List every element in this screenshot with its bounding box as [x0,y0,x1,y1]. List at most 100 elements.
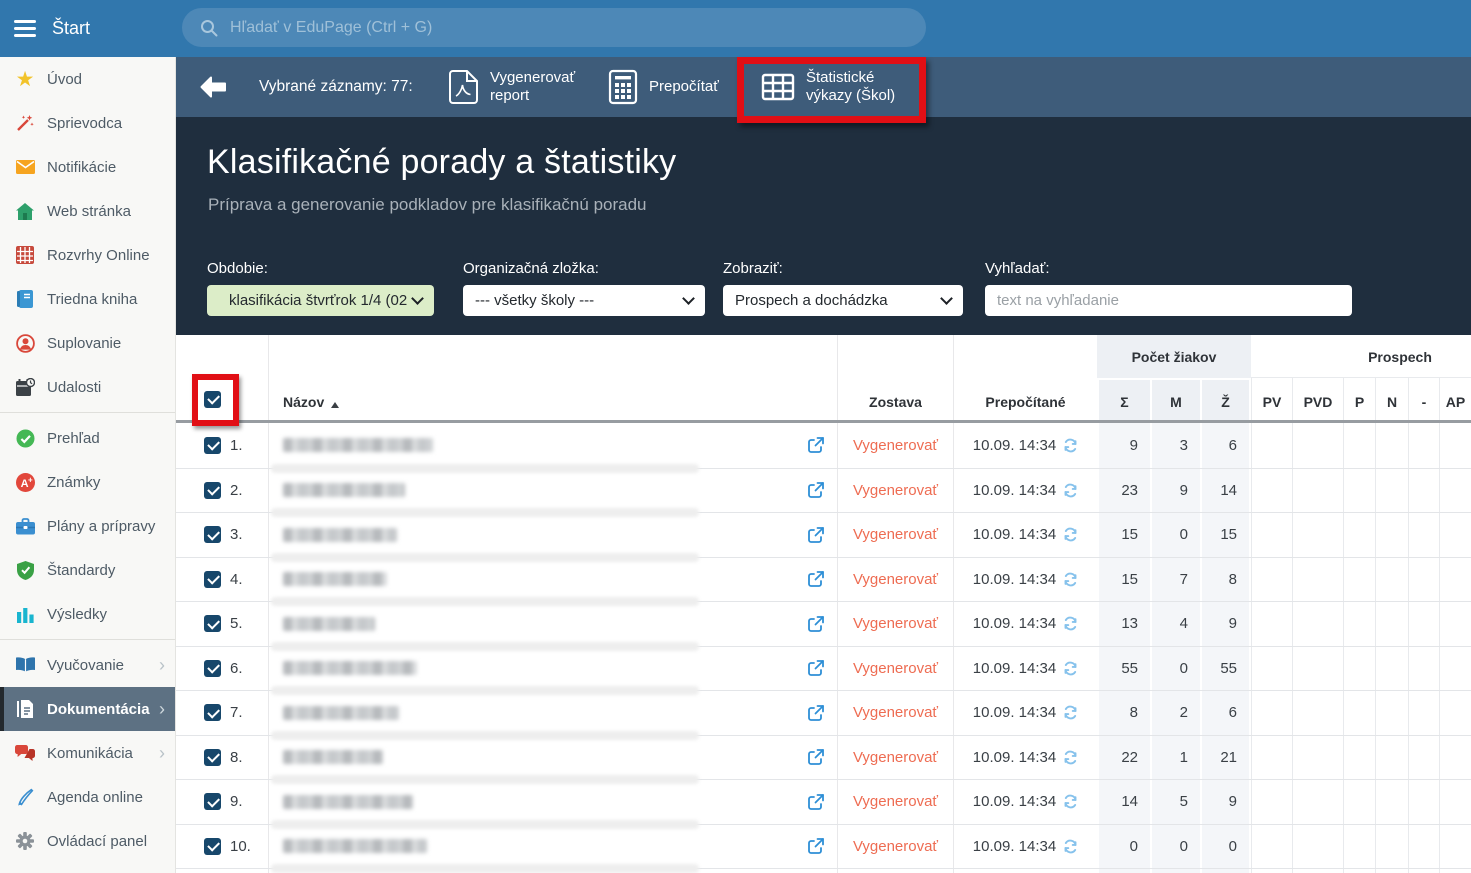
zostava-link[interactable]: Vygenerovať [853,526,938,543]
sidebar-item-agenda-online[interactable]: Agenda online› [0,775,175,819]
external-link-icon[interactable] [807,526,825,544]
refresh-icon[interactable] [1063,750,1078,765]
zostava-link[interactable]: Vygenerovať [853,660,938,677]
column-header-n[interactable]: N [1375,378,1408,420]
row-checkbox[interactable] [204,838,221,855]
select-all-checkbox[interactable] [204,391,221,408]
prepocitane-value: 10.09. 14:34 [973,838,1056,855]
column-header-prepocitane[interactable]: Prepočítané [953,378,1097,420]
sidebar-item-dokumentacia[interactable]: Dokumentácia› [0,687,175,731]
external-link-icon[interactable] [807,659,825,677]
row-name-blur [283,572,387,586]
zostava-link[interactable]: Vygenerovať [853,482,938,499]
zostava-link[interactable]: Vygenerovať [853,615,938,632]
column-header-ap[interactable]: AP [1439,378,1471,420]
refresh-icon[interactable] [1063,794,1078,809]
refresh-icon[interactable] [1063,438,1078,453]
column-header-pv[interactable]: PV [1251,378,1292,420]
external-link-icon[interactable] [807,704,825,722]
row-checkbox[interactable] [204,749,221,766]
pvd-cell [1292,736,1343,780]
refresh-icon[interactable] [1063,483,1078,498]
row-checkbox[interactable] [204,615,221,632]
external-link-icon[interactable] [807,436,825,454]
sidebar-item-sprievodca[interactable]: Sprievodca› [0,101,175,145]
refresh-icon[interactable] [1063,839,1078,854]
row-checkbox[interactable] [204,704,221,721]
period-select[interactable]: klasifikácia štvrťrok 1/4 (02 [207,285,434,316]
action-toolbar: Vybrané záznamy: 77: Vygenerovať report … [176,57,1471,117]
refresh-icon[interactable] [1063,572,1078,587]
zostava-link[interactable]: Vygenerovať [853,838,938,855]
ap-cell [1439,869,1471,873]
zostava-link[interactable]: Vygenerovať [853,437,938,454]
recalculate-button[interactable]: Prepočítať [608,57,719,117]
prepocitane-value: 10.09. 14:34 [973,571,1056,588]
external-link-icon[interactable] [807,615,825,633]
m-cell: 2 [1150,691,1200,735]
sidebar-item-vysledky[interactable]: Výsledky› [0,592,175,636]
sidebar-item-rozvrhy-online[interactable]: Rozvrhy Online› [0,233,175,277]
external-link-icon[interactable] [807,793,825,811]
refresh-icon[interactable] [1063,661,1078,676]
search-input[interactable] [230,19,908,37]
zostava-link[interactable]: Vygenerovať [853,749,938,766]
sidebar-item-plany-a-pripravy[interactable]: Plány a prípravy› [0,504,175,548]
refresh-icon[interactable] [1063,616,1078,631]
column-header-zostava[interactable]: Zostava [837,378,953,420]
external-link-icon[interactable] [807,837,825,855]
sidebar-item-prehlad[interactable]: Prehľad› [0,416,175,460]
external-link-icon[interactable] [807,570,825,588]
view-select[interactable]: Prospech a dochádzka [723,285,963,316]
column-header-z[interactable]: Ž [1200,378,1251,420]
prepocitane-value: 10.09. 14:34 [973,526,1056,543]
row-name-blur [283,795,413,809]
ap-cell [1439,691,1471,735]
sidebar-item-triedna-kniha[interactable]: Triedna kniha› [0,277,175,321]
sidebar-item-komunikacia[interactable]: Komunikácia› [0,731,175,775]
sidebar-item-suplovanie[interactable]: Suplovanie› [0,321,175,365]
sidebar-item-standardy[interactable]: Štandardy› [0,548,175,592]
column-header-pvd[interactable]: PVD [1292,378,1343,420]
row-number: 1. [230,437,243,454]
column-header-sum[interactable]: Σ [1097,378,1150,420]
hamburger-menu-icon[interactable] [14,20,36,37]
org-unit-select[interactable]: --- všetky školy --- [463,285,705,316]
refresh-icon[interactable] [1063,705,1078,720]
sidebar-item-notifikacie[interactable]: Notifikácie› [0,145,175,189]
row-checkbox[interactable] [204,482,221,499]
row-checkbox[interactable] [204,571,221,588]
row-checkbox[interactable] [204,793,221,810]
column-header-nazov[interactable]: Názov [268,378,837,420]
statistical-reports-button[interactable]: Štatistické výkazy (Škol) [761,57,918,117]
dash-cell [1408,825,1439,869]
sidebar-item-vyucovanie[interactable]: Vyučovanie› [0,643,175,687]
sidebar-item-udalosti[interactable]: Udalosti› [0,365,175,409]
table-search-input[interactable] [997,292,1340,309]
row-checkbox[interactable] [204,437,221,454]
grades-icon: A+ [13,473,37,492]
sidebar-item-ovladaci-panel[interactable]: Ovládací panel› [0,819,175,863]
chevron-right-icon: › [159,744,165,762]
row-checkbox[interactable] [204,526,221,543]
sidebar-item-znamky[interactable]: A+Známky› [0,460,175,504]
generate-report-button[interactable]: Vygenerovať report [448,57,602,117]
zostava-link[interactable]: Vygenerovať [853,793,938,810]
pvd-cell [1292,423,1343,468]
zostava-link[interactable]: Vygenerovať [853,571,938,588]
column-header-p[interactable]: P [1343,378,1375,420]
back-arrow-button[interactable] [200,76,226,103]
refresh-icon[interactable] [1063,527,1078,542]
sidebar-item-web-stranka[interactable]: Web stránka› [0,189,175,233]
column-header-m[interactable]: M [1150,378,1200,420]
zostava-link[interactable]: Vygenerovať [853,704,938,721]
column-header-dash[interactable]: - [1408,378,1439,420]
row-checkbox[interactable] [204,660,221,677]
global-search[interactable] [182,8,926,47]
sidebar-item-uvod[interactable]: ★Úvod› [0,57,175,101]
external-link-icon[interactable] [807,481,825,499]
external-link-icon[interactable] [807,748,825,766]
pvd-cell [1292,691,1343,735]
prepocitane-value: 10.09. 14:34 [973,749,1056,766]
start-menu-label[interactable]: Štart [52,18,90,39]
